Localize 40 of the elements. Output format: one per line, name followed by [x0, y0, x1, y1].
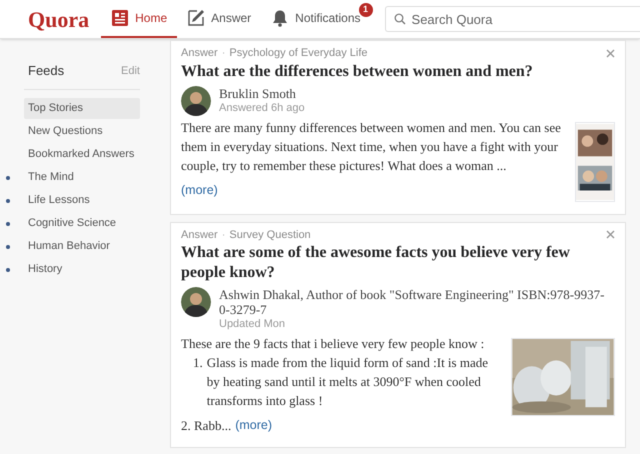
bell-icon: [271, 9, 290, 27]
answer-timestamp: Answered 6h ago: [219, 100, 305, 116]
search-field[interactable]: Search Quora: [384, 6, 640, 32]
content-type: Answer: [181, 228, 218, 242]
question-title[interactable]: What are the differences between women and men?: [181, 62, 615, 82]
logo[interactable]: Quora: [28, 2, 90, 36]
nav-tab[interactable]: Home: [101, 0, 178, 38]
separator-dot: ·: [222, 46, 226, 61]
feed-item[interactable]: Life Lessons: [24, 190, 140, 210]
pencil-icon: [187, 9, 206, 27]
feed-item[interactable]: Bookmarked Answers: [24, 144, 140, 164]
close-icon[interactable]: [606, 48, 615, 58]
notification-badge: 1: [358, 3, 373, 17]
nav-tab[interactable]: Answer: [177, 0, 262, 38]
close-icon[interactable]: [606, 230, 615, 240]
avatar: [181, 287, 211, 317]
author-name[interactable]: Ashwin Dhakal, Author of book "Software Engineering" ISBN:978-9937-0-3279-7: [219, 287, 615, 317]
feed-item[interactable]: New Questions: [24, 120, 140, 142]
separator-dot: ·: [222, 228, 226, 242]
avatar: [181, 86, 211, 116]
list-item-text: Glass is made from the liquid form of sand :It is made by heating sand until it melts at 3090°F when cooled transforms into glass !: [206, 354, 490, 410]
content-type: Answer: [181, 46, 218, 61]
feed-item[interactable]: Top Stories: [24, 98, 140, 118]
list-number: 1.: [193, 354, 203, 372]
feed-item[interactable]: Human Behavior: [24, 236, 140, 256]
more-link[interactable]: (more): [235, 416, 272, 435]
newspaper-icon: [111, 9, 130, 27]
search-icon: [394, 13, 406, 25]
sidebar-title: Feeds: [28, 62, 64, 80]
answer-text: There are many funny differences between women and men. You can see them in everyday situations. Next time, when you have a fight with your couple, try to remember these pictures! What does a woman ...: [181, 118, 562, 174]
feed-item[interactable]: Cognitive Science: [24, 212, 140, 234]
answer-text: These are the 9 facts that i believe very few people know :: [181, 335, 486, 353]
feed-item[interactable]: The Mind: [24, 166, 140, 188]
feed-item[interactable]: History: [24, 258, 140, 280]
question-title[interactable]: What are some of the awesome facts you believe very few people know?: [181, 243, 615, 283]
answer-text: 2. Rabb...: [181, 417, 232, 435]
nav-tab[interactable]: Notifications 1: [261, 0, 371, 38]
answer-timestamp: Updated Mon: [219, 317, 286, 332]
author-name[interactable]: Bruklin Smoth: [219, 86, 305, 100]
more-link[interactable]: (more): [181, 180, 218, 200]
